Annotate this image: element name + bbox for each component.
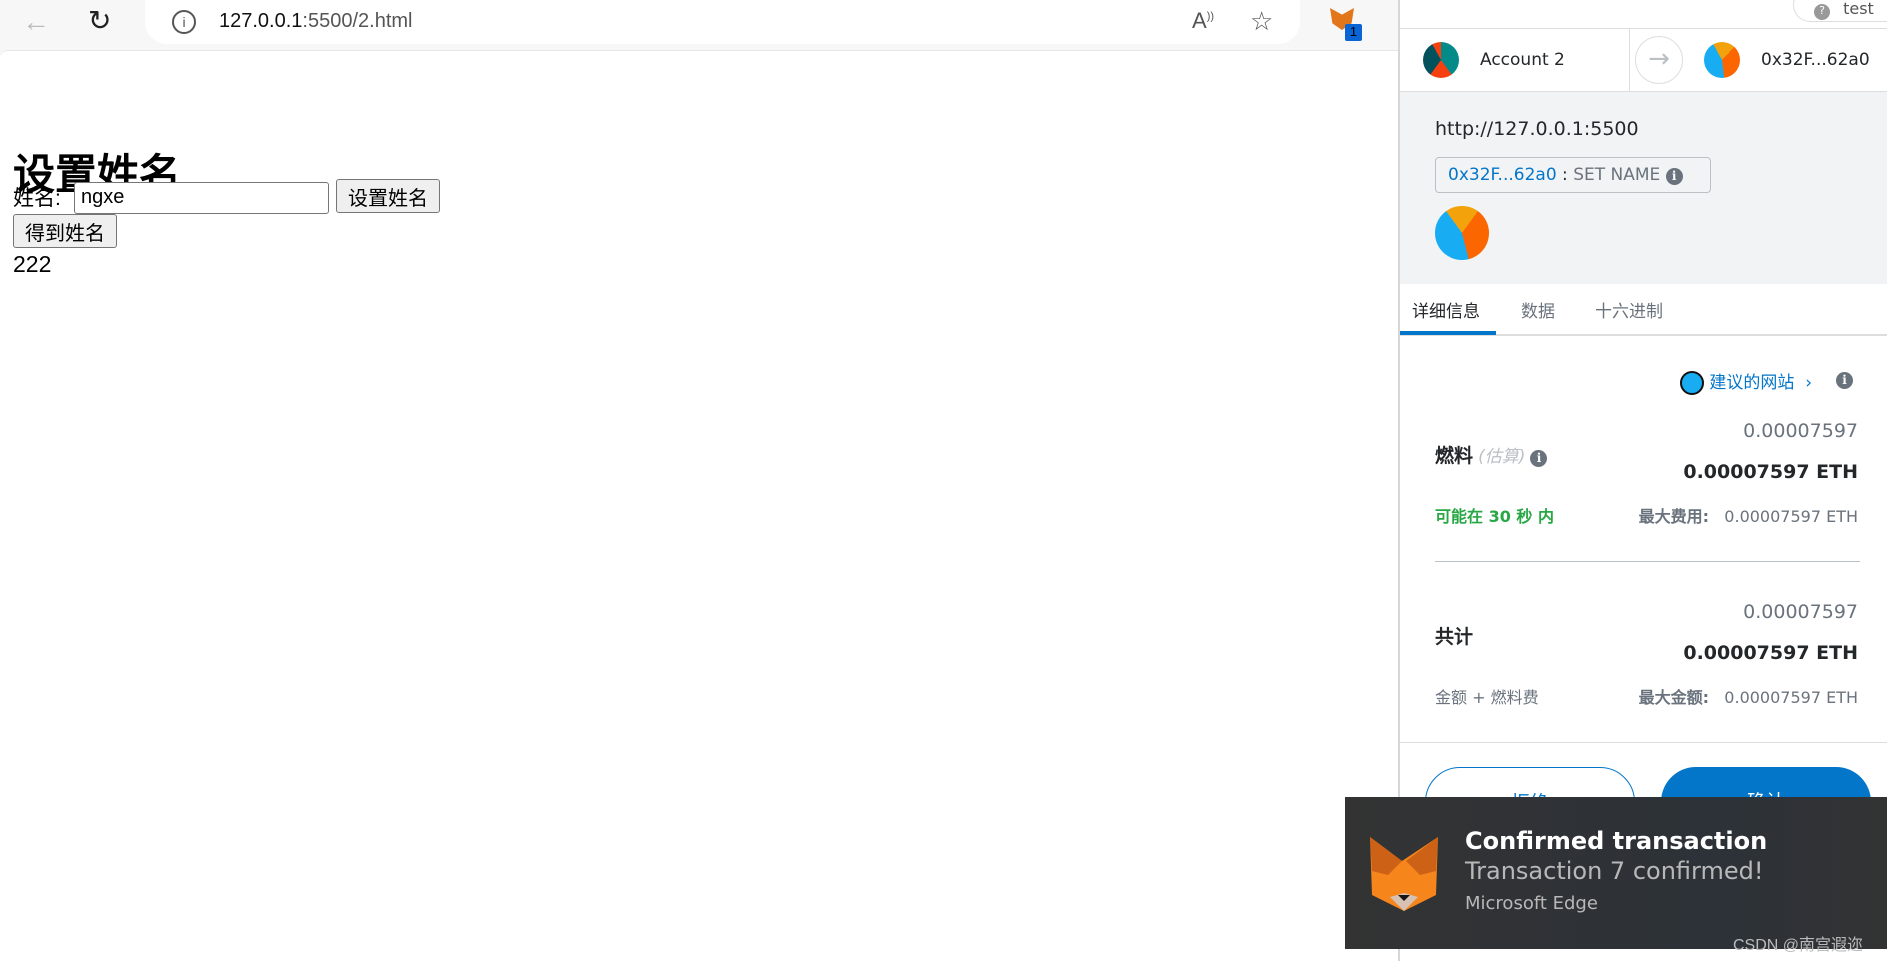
chevron-right-icon: › [1799, 373, 1813, 393]
suggested-site-link[interactable]: 建议的网站 › [1680, 368, 1812, 395]
to-address[interactable]: 0x32F...62a0 [1761, 50, 1870, 70]
suggested-site-label: 建议的网站 [1709, 373, 1795, 393]
site-info-icon[interactable]: i [172, 10, 196, 34]
from-account-name[interactable]: Account 2 [1480, 50, 1565, 70]
method-pill: 0x32F...62a0 : SET NAME i [1435, 157, 1711, 193]
toast-source: Microsoft Edge [1465, 893, 1598, 914]
toast-message: Transaction 7 confirmed! [1465, 857, 1764, 885]
max-fee-row: 最大费用: 0.00007597 ETH [1639, 503, 1858, 527]
account-row: Account 2 → 0x32F...62a0 [1400, 28, 1887, 92]
gas-timing: 可能在 30 秒 内 [1435, 507, 1554, 526]
info-icon[interactable]: i [1530, 450, 1548, 467]
network-label: test [1843, 0, 1874, 18]
set-name-button[interactable]: 设置姓名 [336, 179, 440, 213]
total-value: 0.00007597 [1743, 601, 1858, 623]
name-input[interactable]: ngxe [74, 182, 329, 214]
network-pill[interactable]: ? test [1793, 0, 1887, 22]
total-value-eth: 0.00007597 ETH [1683, 642, 1858, 664]
gas-estimate-label: (估算) [1478, 447, 1526, 467]
gas-label: 燃料 [1435, 445, 1474, 467]
method-name: SET NAME [1573, 165, 1661, 185]
tab-bar: 详细信息 数据 十六进制 [1400, 284, 1887, 336]
name-label: 姓名: [13, 187, 61, 210]
divider [1435, 561, 1860, 562]
info-icon[interactable]: i [1665, 168, 1683, 185]
back-arrow-icon[interactable]: ← [22, 6, 50, 38]
max-amount-value: 0.00007597 ETH [1724, 688, 1858, 707]
help-icon: ? [1814, 4, 1830, 20]
transaction-header: http://127.0.0.1:5500 0x32F...62a0 : SET… [1400, 92, 1887, 284]
to-address-avatar [1704, 42, 1740, 78]
watermark: CSDN @南宫遐迩 [1732, 937, 1863, 954]
gas-value-eth: 0.00007597 ETH [1683, 461, 1858, 483]
max-fee-label: 最大费用: [1638, 507, 1710, 526]
tab-hex[interactable]: 十六进制 [1595, 297, 1663, 322]
read-aloud-icon[interactable]: A)) [1192, 8, 1214, 34]
url-text: 127.0.0.1:5500/2.html [219, 10, 413, 33]
arrow-right-icon: → [1635, 36, 1683, 84]
globe-icon [1680, 371, 1704, 395]
metamask-extension-button[interactable]: 1 [1330, 8, 1362, 41]
toast-title: Confirmed transaction [1465, 827, 1768, 855]
divider [1400, 742, 1887, 743]
address-bar[interactable]: i 127.0.0.1:5500/2.html A)) ☆ [145, 0, 1300, 44]
max-amount-row: 最大金额: 0.00007597 ETH [1639, 684, 1858, 708]
star-icon[interactable]: ☆ [1250, 6, 1273, 37]
result-text: 222 [13, 251, 52, 277]
contract-avatar [1435, 206, 1489, 260]
metamask-fox-icon [1370, 837, 1438, 911]
from-account-avatar [1423, 42, 1459, 78]
divider [1629, 29, 1630, 91]
total-label: 共计 [1435, 626, 1474, 648]
info-icon[interactable]: i [1836, 372, 1853, 389]
refresh-icon[interactable]: ↻ [88, 4, 111, 37]
total-sub-label: 金额 + 燃料费 [1435, 688, 1539, 707]
url-path: :5500/2.html [302, 10, 413, 32]
origin-url: http://127.0.0.1:5500 [1435, 118, 1639, 140]
method-separator: : [1562, 165, 1568, 185]
web-page: 设置姓名 姓名: ngxe 设置姓名 得到姓名 222 [0, 50, 1398, 961]
notification-toast[interactable]: Confirmed transaction Transaction 7 conf… [1345, 797, 1887, 954]
url-host: 127.0.0.1 [219, 10, 303, 32]
max-fee-value: 0.00007597 ETH [1724, 507, 1858, 526]
tab-details[interactable]: 详细信息 [1412, 297, 1480, 322]
gas-label-group: 燃料 (估算) i [1435, 441, 1548, 468]
gas-value: 0.00007597 [1743, 420, 1858, 442]
max-amount-label: 最大金额: [1638, 688, 1710, 707]
contract-address-link[interactable]: 0x32F...62a0 [1448, 165, 1557, 185]
get-name-button[interactable]: 得到姓名 [13, 214, 117, 248]
active-tab-indicator [1400, 331, 1496, 335]
extension-badge: 1 [1345, 24, 1362, 41]
tab-data[interactable]: 数据 [1521, 297, 1555, 322]
